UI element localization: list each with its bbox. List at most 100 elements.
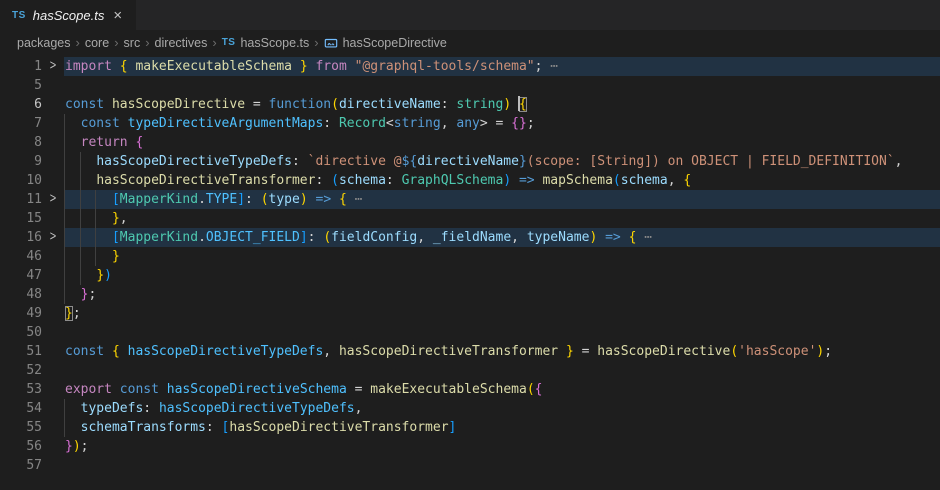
line-number: 52: [0, 361, 42, 380]
code-line[interactable]: 49};: [0, 304, 940, 323]
breadcrumb-file-label: hasScope.ts: [240, 36, 309, 50]
tab-bar: TS hasScope.ts ×: [0, 0, 940, 30]
breadcrumb-separator-icon: ›: [207, 35, 221, 50]
code-text: [MapperKind.TYPE]: (type) => { ⋯: [64, 190, 940, 209]
code-text: hasScopeDirectiveTypeDefs: `directive @$…: [64, 152, 940, 171]
gutter-spacer: [42, 454, 64, 478]
breadcrumb-file[interactable]: TS hasScope.ts: [222, 36, 310, 50]
code-text: }): [64, 266, 940, 285]
breadcrumb-separator-icon: ›: [109, 35, 123, 50]
indent-guide: [64, 285, 65, 304]
line-number: 5: [0, 76, 42, 95]
code-line[interactable]: 47 }): [0, 266, 940, 285]
indent-guide: [95, 190, 96, 209]
line-number: 47: [0, 266, 42, 285]
line-number: 56: [0, 437, 42, 456]
code-line[interactable]: 16> [MapperKind.OBJECT_FIELD]: (fieldCon…: [0, 228, 940, 247]
indent-guide: [95, 228, 96, 247]
typescript-file-icon: TS: [12, 10, 26, 21]
code-text: export const hasScopeDirectiveSchema = m…: [64, 380, 940, 399]
tab-hasscope[interactable]: TS hasScope.ts ×: [0, 0, 136, 30]
code-line[interactable]: 9 hasScopeDirectiveTypeDefs: `directive …: [0, 152, 940, 171]
indent-guide: [64, 418, 65, 437]
code-text: typeDefs: hasScopeDirectiveTypeDefs,: [64, 399, 940, 418]
breadcrumb-symbol-label: hasScopeDirective: [343, 36, 447, 50]
code-line[interactable]: 48 };: [0, 285, 940, 304]
code-text: const { hasScopeDirectiveTypeDefs, hasSc…: [64, 342, 940, 361]
breadcrumb-item-directives[interactable]: directives: [155, 36, 208, 50]
line-number: 1: [0, 57, 42, 76]
code-line[interactable]: 50: [0, 323, 940, 342]
code-text: [64, 361, 940, 380]
indent-guide: [64, 247, 65, 266]
code-text: },: [64, 209, 940, 228]
breadcrumb-separator-icon: ›: [309, 35, 323, 50]
line-number: 57: [0, 456, 42, 475]
breadcrumb-item-core[interactable]: core: [85, 36, 109, 50]
breadcrumb: packages›core›src›directives›TShasScope.…: [0, 30, 940, 55]
line-number: 10: [0, 171, 42, 190]
indent-guide: [80, 266, 81, 285]
code-line[interactable]: 8 return {: [0, 133, 940, 152]
line-number: 46: [0, 247, 42, 266]
code-text: import { makeExecutableSchema } from "@g…: [64, 57, 940, 76]
code-text: hasScopeDirectiveTransformer: (schema: G…: [64, 171, 940, 190]
code-line[interactable]: 53 export const hasScopeDirectiveSchema =…: [0, 380, 940, 399]
code-line[interactable]: 46 }: [0, 247, 940, 266]
code-line[interactable]: 1>import { makeExecutableSchema } from "…: [0, 57, 940, 76]
code-text: };: [64, 285, 940, 304]
line-number: 6: [0, 95, 42, 114]
code-text: [64, 76, 940, 95]
breadcrumb-symbol[interactable]: hasScopeDirective: [324, 36, 447, 50]
code-line[interactable]: 56});: [0, 437, 940, 456]
indent-guide: [64, 209, 65, 228]
indent-guide: [64, 266, 65, 285]
code-line[interactable]: 11> [MapperKind.TYPE]: (type) => { ⋯: [0, 190, 940, 209]
matched-bracket: }: [65, 306, 73, 321]
code-line[interactable]: 6 const hasScopeDirective = function(dire…: [0, 95, 940, 114]
indent-guide: [80, 228, 81, 247]
line-number: 53: [0, 380, 42, 399]
indent-guide: [64, 133, 65, 152]
indent-guide: [95, 209, 96, 228]
code-text: }: [64, 247, 940, 266]
code-line[interactable]: 5: [0, 76, 940, 95]
code-text: schemaTransforms: [hasScopeDirectiveTran…: [64, 418, 940, 437]
line-number: 7: [0, 114, 42, 133]
tab-title: hasScope.ts: [33, 8, 105, 23]
line-number: 55: [0, 418, 42, 437]
code-area: 1>import { makeExecutableSchema } from "…: [0, 55, 940, 475]
breadcrumb-item-src[interactable]: src: [124, 36, 141, 50]
line-number: 8: [0, 133, 42, 152]
line-number: 51: [0, 342, 42, 361]
indent-guide: [80, 247, 81, 266]
breadcrumb-separator-icon: ›: [140, 35, 154, 50]
breadcrumb-item-packages[interactable]: packages: [17, 36, 71, 50]
code-line[interactable]: 10 hasScopeDirectiveTransformer: (schema…: [0, 171, 940, 190]
code-line[interactable]: 57: [0, 456, 940, 475]
code-text: [MapperKind.OBJECT_FIELD]: (fieldConfig,…: [64, 228, 940, 247]
code-text: [64, 323, 940, 342]
code-line[interactable]: 7 const typeDirectiveArgumentMaps: Recor…: [0, 114, 940, 133]
breadcrumb-separator-icon: ›: [71, 35, 85, 50]
indent-guide: [80, 190, 81, 209]
typescript-file-icon: TS: [222, 37, 236, 48]
indent-guide: [64, 399, 65, 418]
code-line[interactable]: 51 const { hasScopeDirectiveTypeDefs, has…: [0, 342, 940, 361]
code-text: const hasScopeDirective = function(direc…: [64, 95, 940, 114]
code-line[interactable]: 15 },: [0, 209, 940, 228]
code-line[interactable]: 52: [0, 361, 940, 380]
line-number: 15: [0, 209, 42, 228]
indent-guide: [80, 152, 81, 171]
indent-guide: [80, 171, 81, 190]
code-text: });: [64, 437, 940, 456]
code-line[interactable]: 55 schemaTransforms: [hasScopeDirectiveT…: [0, 418, 940, 437]
indent-guide: [64, 152, 65, 171]
close-icon[interactable]: ×: [111, 7, 124, 24]
indent-guide: [64, 190, 65, 209]
line-number: 49: [0, 304, 42, 323]
line-number: 48: [0, 285, 42, 304]
indent-guide: [64, 114, 65, 133]
code-line[interactable]: 54 typeDefs: hasScopeDirectiveTypeDefs,: [0, 399, 940, 418]
matched-bracket: {: [519, 97, 527, 112]
